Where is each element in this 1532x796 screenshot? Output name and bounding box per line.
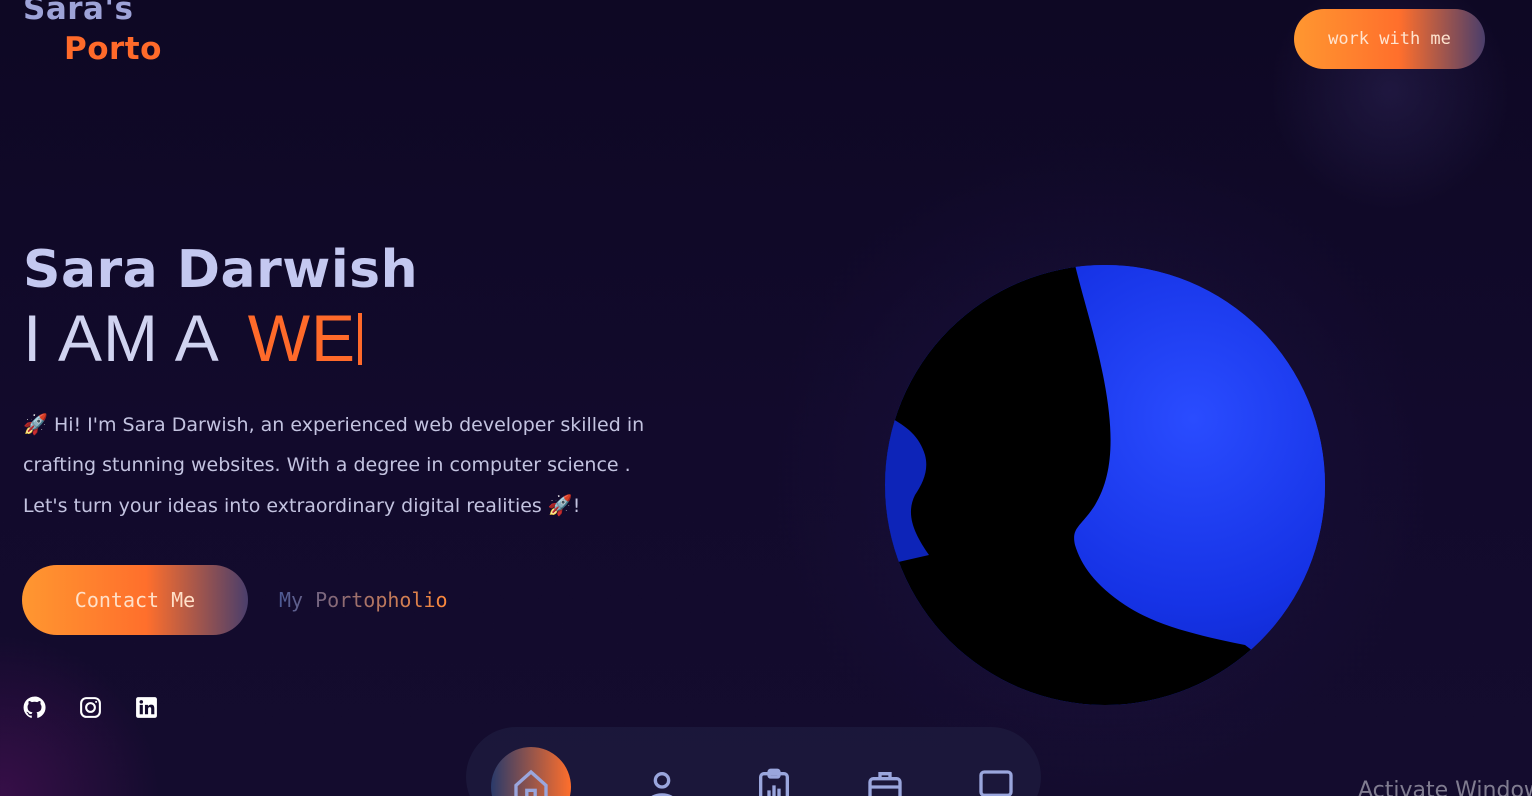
site-logo[interactable]: Sara's Porto (23, 0, 162, 65)
work-with-me-button[interactable]: work with me (1294, 9, 1485, 69)
nav-skills[interactable] (734, 747, 814, 796)
social-links (22, 695, 159, 720)
bottom-navigation (466, 727, 1041, 796)
logo-second-word: Porto (64, 31, 162, 67)
role-typed-text: WE (247, 301, 357, 375)
my-portfolio-link[interactable]: My Portopholio (279, 588, 448, 612)
hero-bio: 🚀 Hi! I'm Sara Darwish, an experienced w… (23, 404, 663, 526)
nav-work[interactable] (845, 747, 925, 796)
hero-role-line: I AM A WE (23, 300, 363, 376)
briefcase-icon (868, 772, 902, 796)
nav-home[interactable] (491, 747, 571, 796)
hero-name: Sara Darwish (23, 240, 419, 300)
bio-end-punct: ! (572, 495, 581, 517)
github-icon[interactable] (22, 695, 47, 720)
profile-portrait (885, 265, 1325, 705)
linkedin-icon[interactable] (134, 695, 159, 720)
os-activation-watermark: Activate Windows (1358, 778, 1532, 796)
contact-me-button[interactable]: Contact Me (22, 565, 248, 635)
clipboard-chart-icon (759, 768, 789, 796)
user-icon (651, 772, 673, 796)
rocket-emoji-icon: 🚀 (23, 412, 48, 436)
chat-icon (979, 770, 1013, 796)
nav-contact[interactable] (956, 747, 1036, 796)
role-prefix: I AM A (23, 301, 220, 375)
home-icon (514, 769, 548, 796)
nav-about[interactable] (622, 747, 702, 796)
typing-caret (358, 313, 363, 365)
portrait-silhouette-image (885, 265, 1325, 705)
instagram-icon[interactable] (78, 695, 103, 720)
logo-first-word: Sara's (23, 0, 134, 27)
rocket-emoji-icon-end: 🚀 (547, 493, 573, 517)
